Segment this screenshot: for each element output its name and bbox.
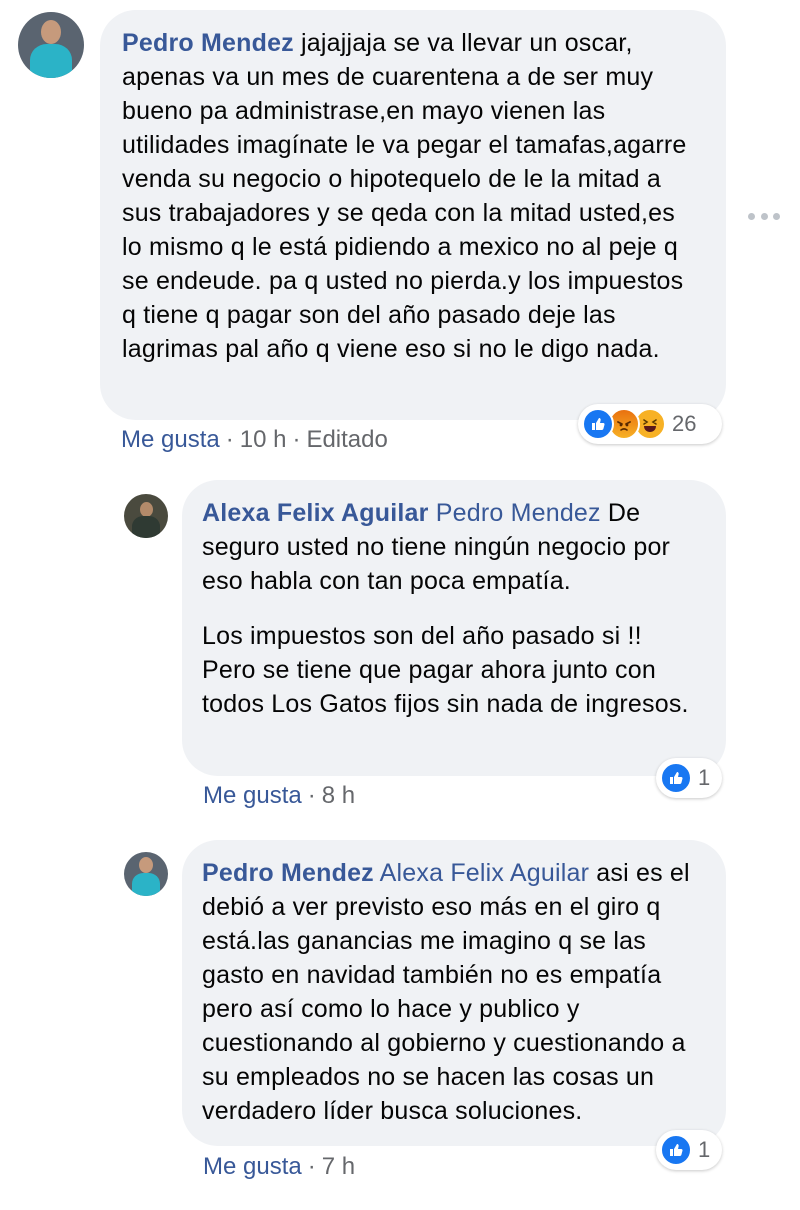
like-reaction-icon <box>660 1134 692 1166</box>
reaction-count: 1 <box>698 765 711 790</box>
separator: · <box>307 782 316 809</box>
comment-text-2: Los impuestos son del año pasado si !! P… <box>202 622 689 718</box>
avatar-head <box>41 20 61 44</box>
comment-text: Alexa Felix Aguilar Pedro Mendez De segu… <box>202 496 702 598</box>
comment-text: Pedro Mendez jajajjaja se va llevar un o… <box>122 26 698 366</box>
like-button[interactable]: Me gusta <box>203 1153 302 1180</box>
avatar-shirt <box>132 873 160 896</box>
comment-body: asi es el debió a ver previsto eso más e… <box>202 859 690 1125</box>
reaction-summary[interactable]: 1 <box>656 1130 722 1170</box>
comment-actions: Me gusta · 7 h <box>203 1153 355 1181</box>
avatar[interactable] <box>18 12 84 78</box>
avatar-shirt <box>30 44 72 78</box>
like-button[interactable]: Me gusta <box>121 426 220 453</box>
reaction-summary[interactable]: 1 <box>656 758 722 798</box>
avatar-shirt <box>132 516 160 538</box>
like-button[interactable]: Me gusta <box>203 782 302 809</box>
comment-actions: Me gusta · 10 h · Editado <box>121 426 388 454</box>
like-reaction-icon <box>582 408 614 440</box>
avatar-head <box>139 857 153 873</box>
timestamp[interactable]: 8 h <box>322 782 355 809</box>
more-options-icon[interactable] <box>748 206 780 226</box>
comment-bubble: Pedro Mendez Alexa Felix Aguilar asi es … <box>182 840 726 1146</box>
reaction-count: 1 <box>698 1137 711 1162</box>
comment-bubble: Alexa Felix Aguilar Pedro Mendez De segu… <box>182 480 726 776</box>
timestamp[interactable]: 10 h <box>240 426 287 453</box>
comment-actions: Me gusta · 8 h <box>203 782 355 810</box>
reaction-count: 26 <box>672 411 697 436</box>
comment-author[interactable]: Alexa Felix Aguilar <box>202 499 429 527</box>
edited-label[interactable]: Editado <box>306 426 387 453</box>
mention-link[interactable]: Alexa Felix Aguilar <box>380 859 589 887</box>
separator: · <box>307 1153 316 1180</box>
comment-text: Pedro Mendez Alexa Felix Aguilar asi es … <box>202 856 706 1128</box>
avatar[interactable] <box>124 494 168 538</box>
like-reaction-icon <box>660 762 692 794</box>
comment-author[interactable]: Pedro Mendez <box>202 859 374 887</box>
avatar[interactable] <box>124 852 168 896</box>
separator: · <box>225 426 234 453</box>
timestamp[interactable]: 7 h <box>322 1153 355 1180</box>
reaction-summary[interactable]: 26 <box>578 404 722 444</box>
dot <box>760 212 768 220</box>
comment-bubble: Pedro Mendez jajajjaja se va llevar un o… <box>100 10 726 420</box>
comment-author[interactable]: Pedro Mendez <box>122 29 294 57</box>
separator: · <box>292 426 301 453</box>
comment-body: jajajjaja se va llevar un oscar, apenas … <box>122 29 687 363</box>
mention-link[interactable]: Pedro Mendez <box>436 499 601 527</box>
dot <box>748 212 755 220</box>
avatar-head <box>140 502 153 517</box>
dot <box>773 212 780 220</box>
